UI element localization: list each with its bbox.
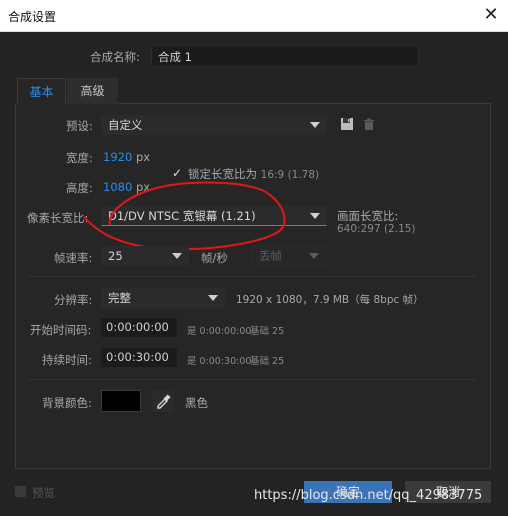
- chevron-down-icon: [309, 253, 319, 259]
- start-timecode-label: 开始时间码:: [30, 323, 92, 337]
- resolution-label: 分辨率:: [54, 293, 93, 307]
- background-color-name: 黑色: [185, 396, 208, 410]
- preview-label: 预览: [32, 486, 55, 500]
- chevron-down-icon: [172, 253, 182, 259]
- drop-frame-value: 丢帧: [259, 249, 282, 263]
- resolution-dropdown[interactable]: 完整: [101, 288, 225, 308]
- resolution-info: 1920 x 1080，7.9 MB（每 8bpc 帧）: [236, 294, 424, 306]
- resolution-value: 完整: [108, 291, 131, 305]
- watermark-text: https://blog.csdn.net/qq_42983775: [254, 488, 483, 503]
- duration-base: 基础 25: [250, 356, 285, 367]
- frame-rate-value: 25: [108, 249, 123, 263]
- start-timecode-equals: 是 0:00:00:00: [187, 326, 252, 337]
- drop-frame-dropdown: 丢帧: [252, 246, 326, 266]
- frame-rate-dropdown[interactable]: 25: [101, 246, 189, 266]
- divider: [27, 276, 477, 277]
- preview-checkbox[interactable]: [15, 486, 26, 497]
- background-color-label: 背景颜色:: [42, 396, 92, 410]
- divider: [27, 379, 477, 380]
- chevron-down-icon: [208, 295, 218, 301]
- duration-equals: 是 0:00:30:00: [187, 356, 252, 367]
- background-color-swatch[interactable]: [101, 390, 141, 412]
- frame-rate-label: 帧速率:: [54, 251, 93, 265]
- duration-input[interactable]: 0:00:30:00: [101, 348, 177, 367]
- eyedropper-icon[interactable]: [152, 390, 174, 412]
- start-timecode-input[interactable]: 0:00:00:00: [101, 318, 177, 337]
- frame-rate-unit: 帧/秒: [201, 251, 228, 265]
- duration-label: 持续时间:: [42, 353, 92, 367]
- start-timecode-base: 基础 25: [250, 326, 285, 337]
